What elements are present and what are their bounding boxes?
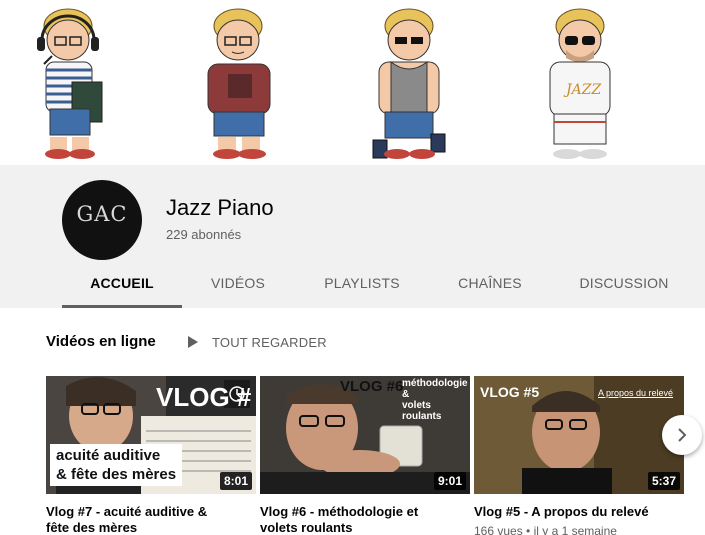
video-thumbnail[interactable]: VLOG # acuité auditive & fête des mères … — [46, 376, 256, 494]
video-card[interactable]: VLOG #5 A propos du relevé 5:37 Vlog #5 … — [474, 376, 684, 535]
video-duration: 8:01 — [219, 472, 252, 490]
video-duration: 9:01 — [433, 472, 466, 490]
channel-avatar[interactable]: GAC — [62, 180, 142, 260]
subscriber-count: 229 abonnés — [166, 227, 242, 242]
thumbnail-overlay-title: VLOG #5 — [480, 384, 540, 400]
cartoon-character-red-shirt — [207, 8, 271, 159]
tab-playlists[interactable]: PLAYLISTS — [312, 267, 412, 308]
tab-discussion[interactable]: DISCUSSION — [574, 267, 674, 308]
thumbnail-overlay-subtitle: A propos du relevé — [598, 388, 674, 398]
play-all-button[interactable]: TOUT REGARDER — [186, 333, 327, 351]
cartoon-character-jazz-shirt: JAZZ — [549, 8, 611, 159]
tab-accueil[interactable]: ACCUEIL — [62, 267, 182, 308]
thumbnail-overlay-title: VLOG #6 — [340, 378, 404, 395]
shelf-next-button[interactable] — [662, 415, 702, 455]
video-thumbnail[interactable]: VLOG #6 méthodologie & volets roulants 9… — [260, 376, 470, 494]
video-card[interactable]: VLOG #6 méthodologie & volets roulants 9… — [260, 376, 470, 535]
cartoon-character-tank-top — [372, 8, 446, 159]
video-title-line: volets roulants — [260, 520, 353, 535]
video-title-line: Vlog #5 - A propos du relevé — [474, 504, 649, 519]
thumbnail-caption-line: & fête des mères — [56, 466, 177, 483]
channel-banner: JAZZ — [0, 0, 705, 165]
video-title[interactable]: Vlog #7 - acuité auditive & fête des mèr… — [46, 504, 256, 535]
cartoon-character-headphones — [37, 8, 103, 159]
video-title-line: Vlog #6 - méthodologie et — [260, 504, 419, 519]
thumbnail-overlay-title: VLOG # — [156, 382, 252, 412]
video-title[interactable]: Vlog #5 - A propos du relevé — [474, 504, 684, 520]
tab-chaines[interactable]: CHAÎNES — [447, 267, 533, 308]
thumbnail-caption: acuité auditive & fête des mères — [50, 444, 183, 486]
video-thumbnail[interactable]: VLOG #5 A propos du relevé 5:37 — [474, 376, 684, 494]
video-title[interactable]: Vlog #6 - méthodologie et volets roulant… — [260, 504, 470, 535]
thumbnail-caption-line: acuité auditive — [56, 447, 161, 464]
video-title-line: Vlog #7 - acuité auditive & — [46, 504, 208, 519]
chevron-right-icon — [678, 428, 687, 442]
video-card[interactable]: VLOG # acuité auditive & fête des mères … — [46, 376, 256, 535]
avatar-logo-text: GAC — [76, 202, 128, 226]
channel-name: Jazz Piano — [166, 195, 274, 220]
tab-videos[interactable]: VIDÉOS — [198, 267, 278, 308]
video-duration: 5:37 — [647, 472, 680, 490]
thumbnail-caption-line: & — [402, 389, 410, 400]
video-title-line: fête des mères — [46, 520, 138, 535]
shelf-title[interactable]: Vidéos en ligne — [46, 333, 156, 350]
thumbnail-caption: méthodologie & volets roulants — [402, 378, 470, 422]
channel-header: GAC Jazz Piano 229 abonnés ACCUEIL VIDÉO… — [0, 165, 705, 308]
video-metadata: 166 vues • il y a 1 semaine — [474, 524, 617, 535]
play-icon — [188, 336, 198, 348]
svg-text:JAZZ: JAZZ — [563, 82, 601, 98]
thumbnail-caption-line: méthodologie — [402, 378, 468, 389]
thumbnail-caption-line: volets roulants — [402, 400, 442, 422]
play-all-label: TOUT REGARDER — [212, 334, 327, 350]
